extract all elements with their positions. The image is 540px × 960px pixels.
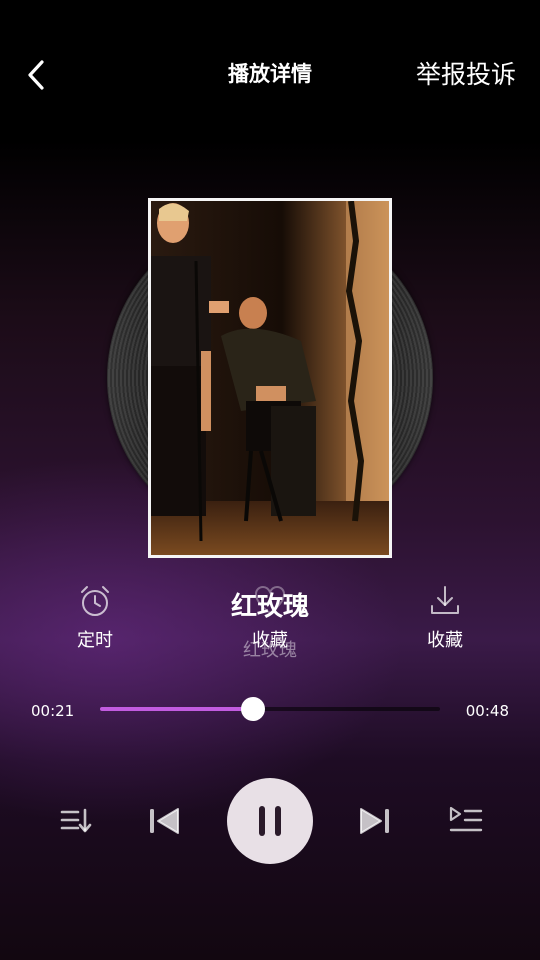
skip-previous-icon	[150, 808, 179, 834]
download-label: 收藏	[427, 630, 463, 651]
download-icon	[431, 586, 459, 614]
download-action[interactable]: 收藏	[410, 584, 480, 652]
previous-button[interactable]	[146, 804, 182, 838]
progress-fill	[100, 707, 253, 711]
report-button[interactable]: 举报投诉	[416, 55, 516, 91]
album-cover	[148, 198, 392, 558]
queue-list-icon	[449, 806, 483, 832]
queue-button[interactable]	[447, 804, 485, 838]
pause-icon	[259, 806, 281, 836]
total-time: 00:48	[465, 702, 509, 720]
header-bar: 播放详情 举报投诉	[0, 0, 540, 145]
playlist-button[interactable]	[58, 804, 94, 838]
playlist-order-icon	[60, 808, 92, 833]
pause-button[interactable]	[227, 778, 313, 864]
progress-knob[interactable]	[241, 697, 265, 721]
current-time: 00:21	[31, 702, 75, 720]
progress-track[interactable]	[100, 697, 440, 721]
skip-next-icon	[360, 808, 389, 834]
album-cover-photo	[151, 201, 389, 555]
next-button[interactable]	[357, 804, 393, 838]
